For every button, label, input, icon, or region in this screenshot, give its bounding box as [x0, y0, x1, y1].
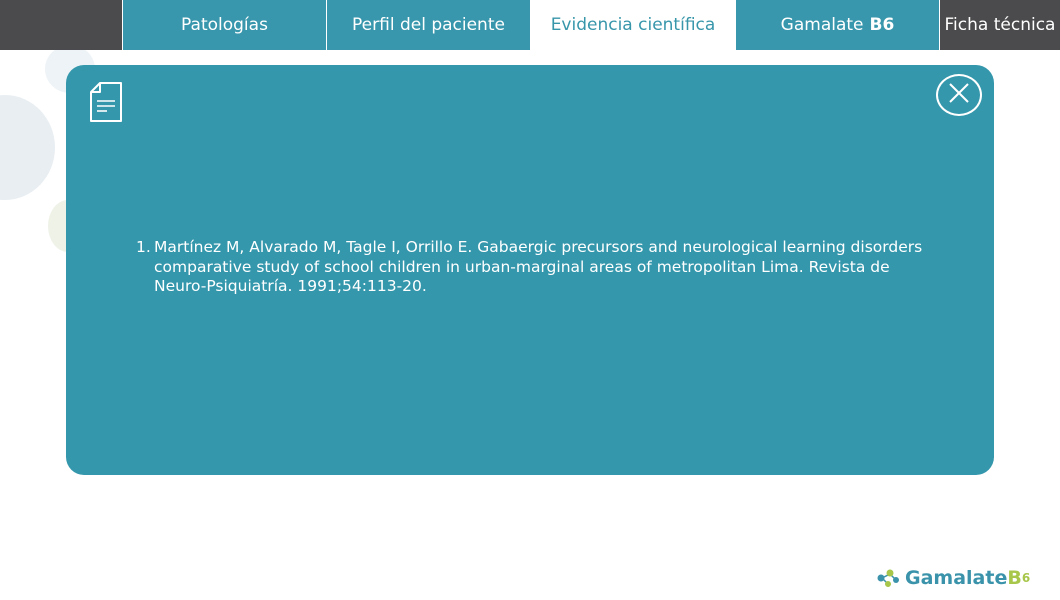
- tab-label: Perfil del paciente: [352, 15, 505, 35]
- brand-logo: Gamalate B 6: [876, 565, 1030, 591]
- tab-label: Ficha técnica: [944, 15, 1056, 35]
- background-circle: [0, 95, 55, 200]
- tab-patologias[interactable]: Patologías: [122, 0, 326, 50]
- tab-label: Evidencia científica: [550, 15, 716, 35]
- tab-gamalate-b6[interactable]: Gamalate B6: [735, 0, 939, 50]
- brand-b: B: [1007, 567, 1022, 589]
- molecule-logo-icon: [876, 568, 902, 588]
- brand-6: 6: [1021, 571, 1031, 585]
- tab-evidencia-cientifica[interactable]: Evidencia científica: [530, 0, 735, 50]
- reference-text: Martínez M, Alvarado M, Tagle I, Orrillo…: [154, 238, 923, 295]
- reference-modal: 1. Martínez M, Alvarado M, Tagle I, Orri…: [66, 65, 994, 475]
- reference-item: 1. Martínez M, Alvarado M, Tagle I, Orri…: [136, 238, 926, 297]
- document-icon: [88, 81, 124, 123]
- tab-label: Patologías: [181, 15, 268, 35]
- reference-number: 1.: [136, 238, 151, 256]
- tab-perfil-del-paciente[interactable]: Perfil del paciente: [326, 0, 530, 50]
- close-icon: [948, 82, 970, 108]
- brand-name: Gamalate: [905, 567, 1008, 589]
- close-button[interactable]: [936, 74, 982, 116]
- tab-label: Gamalate: [780, 15, 864, 35]
- tab-ficha-tecnica[interactable]: Ficha técnica: [939, 0, 1060, 50]
- nav-left-spacer: [0, 0, 122, 50]
- tab-label-bold: B6: [869, 15, 895, 35]
- top-navigation: Patologías Perfil del paciente Evidencia…: [0, 0, 1060, 50]
